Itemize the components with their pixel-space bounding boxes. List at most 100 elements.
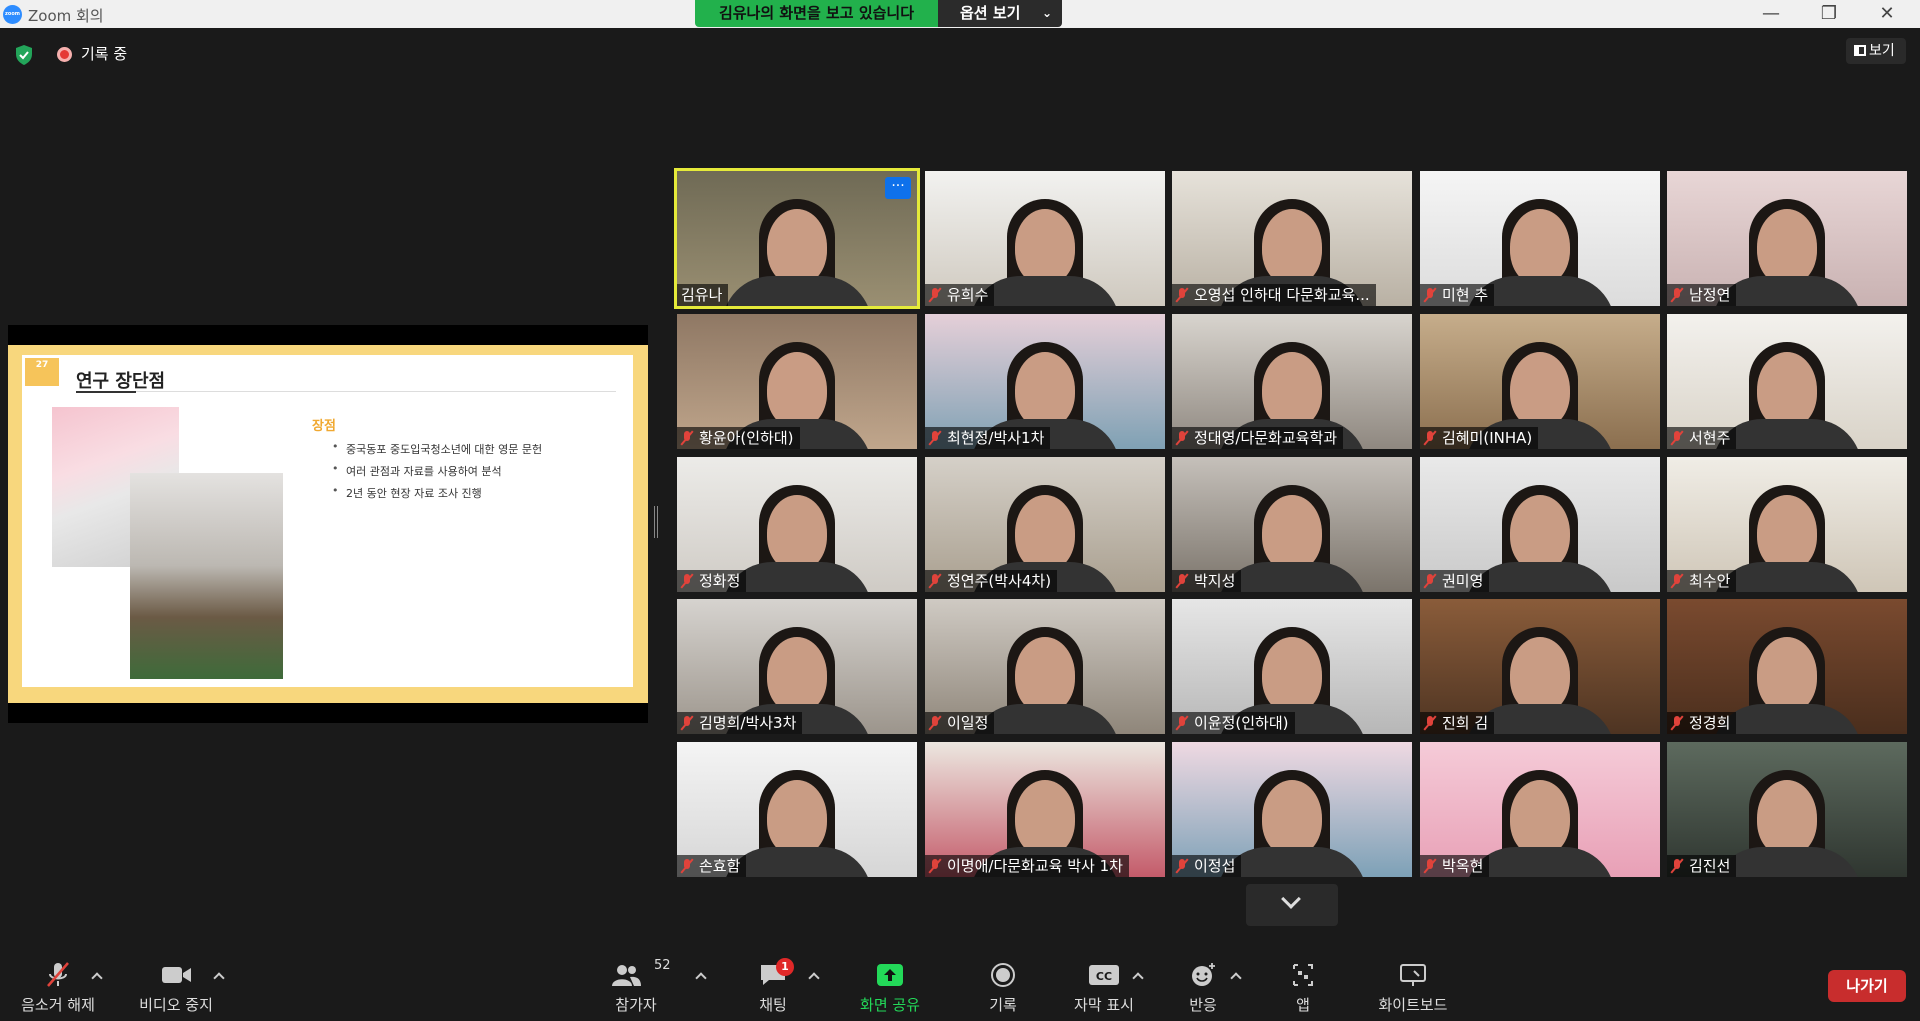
- participant-tile[interactable]: 이정섭: [1172, 742, 1412, 877]
- participant-name-tag: 미현 추: [1420, 284, 1495, 306]
- participant-tile[interactable]: 김명희/박사3차: [677, 599, 917, 734]
- microphone-muted-icon: [1424, 288, 1436, 302]
- reactions-options-caret[interactable]: [1228, 968, 1244, 984]
- participant-name: 박지성: [1194, 572, 1236, 590]
- whiteboard-icon: [1400, 964, 1426, 986]
- participant-name: 이명애/다문화교육 박사 1차: [947, 857, 1123, 875]
- participant-tile[interactable]: 서현주: [1667, 314, 1907, 449]
- participant-video-face: [1757, 495, 1817, 571]
- share-banner-text: 김유나의 화면을 보고 있습니다: [695, 0, 938, 27]
- captions-options-caret[interactable]: [1130, 968, 1146, 984]
- stop-video-button[interactable]: 비디오 중지: [128, 950, 224, 1021]
- microphone-muted-icon: [929, 574, 941, 588]
- participant-name: 이윤정(인하대): [1194, 714, 1289, 732]
- chat-options-caret[interactable]: [806, 968, 822, 984]
- participant-tile[interactable]: 정화정: [677, 457, 917, 592]
- participant-name-tag: 손효함: [677, 855, 747, 877]
- leave-meeting-button[interactable]: 나가기: [1828, 970, 1906, 1002]
- slide-bullet: 2년 동안 현장 자료 조사 진행: [332, 484, 542, 507]
- participant-tile[interactable]: 김혜미(INHA): [1420, 314, 1660, 449]
- record-icon: [991, 963, 1015, 987]
- participant-tile[interactable]: 손효함: [677, 742, 917, 877]
- participant-name-tag: 권미영: [1420, 570, 1490, 592]
- video-options-caret[interactable]: [211, 968, 227, 984]
- participant-tile[interactable]: 진희 김: [1420, 599, 1660, 734]
- slide-heading: 장점: [312, 419, 336, 434]
- participant-tile[interactable]: 최현정/박사1차: [925, 314, 1165, 449]
- slide-bullet-list: 중국동포 중도입국청소년에 대한 영문 문헌 여러 관점과 자료를 사용하여 분…: [332, 440, 542, 507]
- participant-tile[interactable]: 정경희: [1667, 599, 1907, 734]
- microphone-muted-icon: [47, 962, 69, 987]
- participant-name: 김혜미(INHA): [1442, 429, 1533, 447]
- participant-name-tag: 유희수: [925, 284, 995, 306]
- participant-name: 권미영: [1442, 572, 1484, 590]
- participant-tile[interactable]: 황윤아(인하대): [677, 314, 917, 449]
- participant-tile[interactable]: 오영섭 인하대 다문화교육...: [1172, 171, 1412, 306]
- shared-screen[interactable]: 27 연구 장단점 장점 중국동포 중도입국청소년에 대한 영문 문헌 여러 관…: [8, 325, 648, 723]
- microphone-muted-icon: [1424, 574, 1436, 588]
- apps-button[interactable]: 앱: [1263, 950, 1343, 1021]
- chevron-down-icon: [1281, 889, 1301, 909]
- participant-name: 김진선: [1689, 857, 1731, 875]
- participant-tile[interactable]: 이명애/다문화교육 박사 1차: [925, 742, 1165, 877]
- close-window-button[interactable]: ✕: [1864, 2, 1910, 26]
- participant-tile[interactable]: 남정연: [1667, 171, 1907, 306]
- share-screen-button[interactable]: 화면 공유: [850, 950, 930, 1021]
- record-button[interactable]: 기록: [963, 950, 1043, 1021]
- whiteboard-label: 화이트보드: [1378, 996, 1448, 1014]
- microphone-muted-icon: [929, 859, 941, 873]
- participant-video-face: [1510, 495, 1570, 571]
- reactions-button[interactable]: 반응: [1163, 950, 1243, 1021]
- microphone-muted-icon: [1671, 431, 1683, 445]
- gallery-next-page-button[interactable]: [1246, 884, 1338, 926]
- participant-name: 김명희/박사3차: [699, 714, 797, 732]
- participant-name-tag: 이윤정(인하대): [1172, 712, 1295, 734]
- stop-video-label: 비디오 중지: [139, 996, 213, 1014]
- whiteboard-button[interactable]: 화이트보드: [1373, 950, 1453, 1021]
- recording-label[interactable]: 기록 중: [81, 43, 127, 64]
- view-button[interactable]: 보기: [1846, 38, 1906, 64]
- microphone-muted-icon: [929, 716, 941, 730]
- participant-tile[interactable]: 정대영/다문화교육학과: [1172, 314, 1412, 449]
- record-label: 기록: [989, 996, 1017, 1014]
- slide-divider: [76, 391, 616, 392]
- participant-name-tag: 이명애/다문화교육 박사 1차: [925, 855, 1129, 877]
- split-view-handle[interactable]: [654, 506, 658, 538]
- encryption-shield-icon[interactable]: [14, 44, 34, 66]
- participant-tile[interactable]: 이일정: [925, 599, 1165, 734]
- participant-video-face: [767, 209, 827, 285]
- recording-icon: [57, 47, 72, 62]
- unmute-button[interactable]: 음소거 해제: [10, 950, 106, 1021]
- participant-tile[interactable]: 박옥현: [1420, 742, 1660, 877]
- microphone-muted-icon: [1176, 574, 1188, 588]
- participant-tile[interactable]: 미현 추: [1420, 171, 1660, 306]
- participants-icon: [612, 965, 641, 986]
- microphone-muted-icon: [929, 431, 941, 445]
- participant-name: 김유나: [681, 286, 723, 304]
- participant-tile[interactable]: 권미영: [1420, 457, 1660, 592]
- participants-options-caret[interactable]: [693, 968, 709, 984]
- reactions-label: 반응: [1189, 996, 1217, 1014]
- participant-tile[interactable]: 이윤정(인하대): [1172, 599, 1412, 734]
- participant-tile[interactable]: 최수안: [1667, 457, 1907, 592]
- participant-name: 이정섭: [1194, 857, 1236, 875]
- participant-name-tag: 진희 김: [1420, 712, 1495, 734]
- minimize-button[interactable]: —: [1748, 2, 1794, 26]
- participant-tile[interactable]: 박지성: [1172, 457, 1412, 592]
- participant-name-tag: 최수안: [1667, 570, 1737, 592]
- microphone-muted-icon: [1671, 859, 1683, 873]
- participant-tile[interactable]: 김진선: [1667, 742, 1907, 877]
- participant-tile[interactable]: 정연주(박사4차): [925, 457, 1165, 592]
- svg-text:CC: CC: [1096, 970, 1112, 983]
- chat-button[interactable]: 채팅: [733, 950, 813, 1021]
- captions-button[interactable]: CC 자막 표시: [1064, 950, 1144, 1021]
- participant-tile[interactable]: 김유나 ···: [674, 168, 920, 309]
- microphone-muted-icon: [1424, 859, 1436, 873]
- window-title: Zoom 회의: [28, 7, 104, 25]
- participant-more-options-button[interactable]: ···: [885, 177, 911, 199]
- view-options-button[interactable]: 옵션 보기 ⌄: [938, 0, 1062, 27]
- participant-name: 정경희: [1689, 714, 1731, 732]
- participant-tile[interactable]: 유희수: [925, 171, 1165, 306]
- restore-button[interactable]: ❐: [1806, 2, 1852, 26]
- audio-options-caret[interactable]: [89, 968, 105, 984]
